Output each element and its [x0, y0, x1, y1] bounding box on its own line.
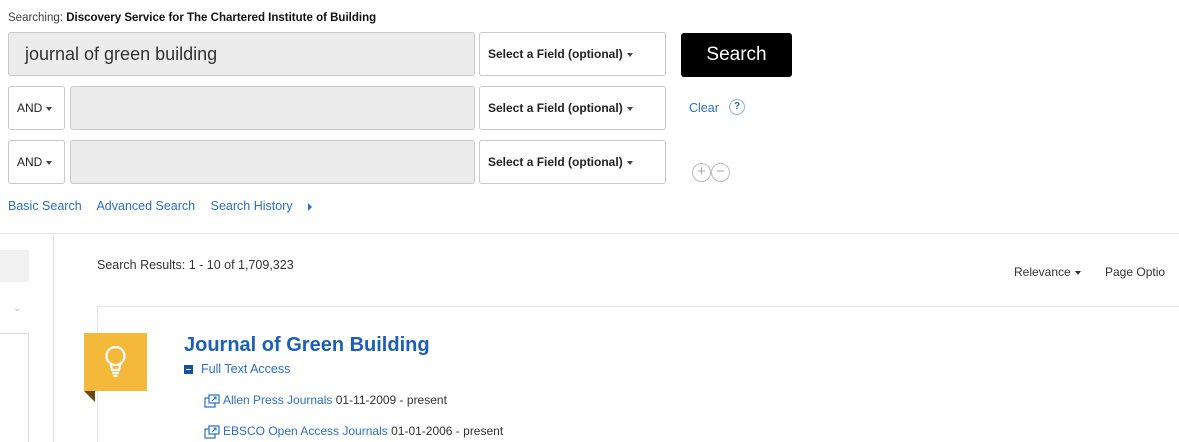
chevron-down-icon	[626, 106, 633, 111]
searching-line: Searching: Discovery Service for The Cha…	[8, 12, 376, 24]
divider	[53, 234, 54, 442]
plus-icon[interactable]: +	[692, 163, 711, 182]
left-panel-box	[0, 333, 29, 442]
divider	[97, 306, 1179, 307]
chevron-down-icon	[46, 160, 53, 165]
divider	[0, 233, 1179, 234]
page-options-button[interactable]: Page Optio	[1105, 265, 1165, 279]
lightbulb-glyph	[105, 345, 126, 378]
field-select-label: Select a Field (optional)	[488, 155, 623, 169]
field-select-2[interactable]: Select a Field (optional)	[479, 86, 666, 130]
full-text-access-toggle[interactable]: Full Text Access	[184, 362, 290, 376]
chevron-down-icon[interactable]: ⌄	[13, 303, 21, 314]
chevron-down-icon	[626, 52, 633, 57]
badge-fold	[84, 391, 95, 402]
bool-operator-row3[interactable]: AND	[8, 140, 65, 184]
help-icon[interactable]: ?	[729, 99, 745, 115]
bool-operator-label: AND	[17, 101, 43, 115]
caret-right-icon	[307, 202, 312, 211]
search-history-label: Search History	[210, 199, 293, 213]
field-select-label: Select a Field (optional)	[488, 47, 623, 61]
full-text-access-label[interactable]: Full Text Access	[201, 362, 290, 376]
field-select-1[interactable]: Select a Field (optional)	[479, 32, 666, 76]
holding-source-link[interactable]: Allen Press Journals	[223, 393, 332, 407]
chevron-down-icon	[1074, 270, 1081, 275]
holding-row: EBSCO Open Access Journals 01-01-2006 - …	[204, 424, 503, 439]
searching-service: Discovery Service for The Chartered Inst…	[66, 12, 377, 24]
external-link-icon	[204, 394, 220, 408]
result-title[interactable]: Journal of Green Building	[184, 334, 430, 357]
search-input-main[interactable]: journal of green building	[8, 32, 475, 76]
chevron-down-icon	[626, 160, 633, 165]
left-panel-header	[0, 250, 29, 282]
minus-icon[interactable]: −	[711, 163, 730, 182]
sort-select[interactable]: Relevance	[1014, 265, 1081, 279]
field-select-3[interactable]: Select a Field (optional)	[479, 140, 666, 184]
search-input-row2[interactable]	[70, 86, 475, 130]
external-link-icon	[204, 425, 220, 439]
basic-search-link[interactable]: Basic Search	[8, 199, 82, 213]
search-history-link[interactable]: Search History	[211, 199, 324, 213]
holding-dates: 01-11-2009 - present	[335, 393, 447, 407]
collapse-icon[interactable]	[184, 365, 193, 375]
searching-prefix: Searching:	[8, 12, 63, 24]
bool-operator-label: AND	[17, 155, 43, 169]
sort-label: Relevance	[1014, 265, 1071, 279]
chevron-down-icon	[46, 106, 53, 111]
search-button[interactable]: Search	[681, 33, 792, 77]
lightbulb-icon	[84, 333, 147, 391]
holding-source-link[interactable]: EBSCO Open Access Journals	[223, 424, 388, 438]
field-select-label: Select a Field (optional)	[488, 101, 623, 115]
search-input-row3[interactable]	[70, 140, 475, 184]
bool-operator-row2[interactable]: AND	[8, 86, 65, 130]
clear-link[interactable]: Clear	[689, 101, 719, 115]
holding-row: Allen Press Journals 01-11-2009 - presen…	[204, 393, 447, 408]
search-nav-links: Basic Search Advanced Search Search Hist…	[8, 199, 336, 213]
advanced-search-link[interactable]: Advanced Search	[96, 199, 195, 213]
holding-dates: 01-01-2006 - present	[391, 424, 504, 438]
results-count: Search Results: 1 - 10 of 1,709,323	[97, 258, 294, 272]
